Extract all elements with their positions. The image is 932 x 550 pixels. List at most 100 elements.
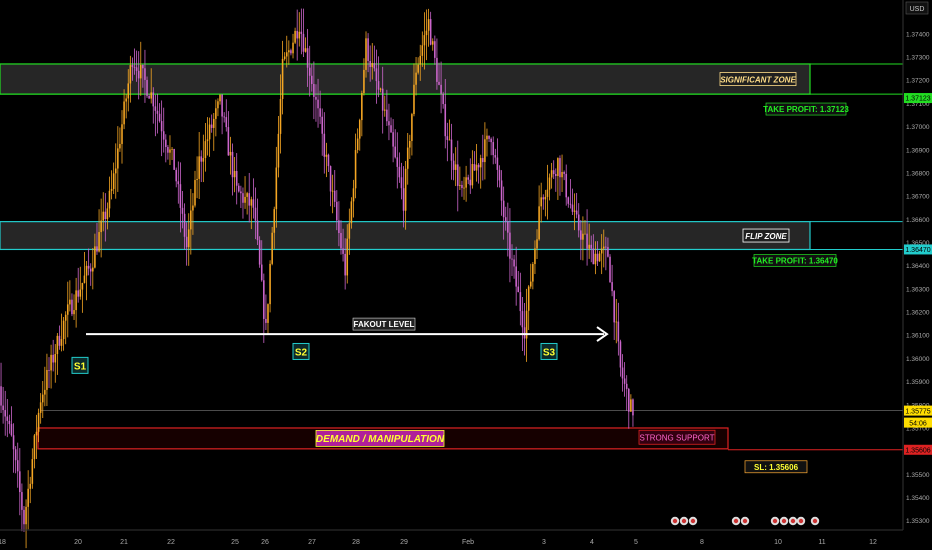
price-tick-label: 1.37200	[906, 78, 930, 85]
news-flag-icon-center	[772, 518, 778, 524]
candle-body	[104, 211, 107, 219]
candle-body	[58, 335, 61, 346]
candle-body	[619, 341, 622, 368]
price-tag: 1.36470	[905, 247, 930, 254]
candle-body	[290, 50, 292, 54]
candle-body	[131, 65, 134, 67]
candle-body	[350, 201, 353, 224]
candle-body	[444, 104, 447, 137]
candle-body	[448, 139, 451, 141]
candle-body	[31, 459, 34, 484]
candle-body	[173, 148, 175, 170]
candle-body	[256, 220, 259, 241]
time-tick-label: 21	[120, 539, 128, 546]
candle-body	[527, 286, 530, 311]
candle-body	[238, 185, 240, 192]
candle-body	[41, 394, 44, 403]
candle-body	[62, 320, 65, 340]
time-tick-label: 27	[308, 539, 316, 546]
candle-body	[436, 57, 438, 82]
candle-body	[559, 158, 561, 178]
candle-body	[394, 146, 396, 158]
candle-body	[158, 113, 161, 122]
candle-body	[23, 509, 25, 525]
candle-body	[415, 72, 417, 85]
time-tick-label: 4	[590, 539, 594, 546]
candle-body	[546, 189, 549, 197]
candle-body	[627, 388, 630, 412]
level-label: TAKE PROFIT: 1.36470	[752, 256, 838, 265]
candle-body	[369, 60, 371, 67]
candle-body	[121, 124, 123, 144]
candle-body	[590, 244, 593, 249]
price-tick-label: 1.36700	[906, 194, 930, 201]
candle-body	[210, 124, 213, 128]
candle-body	[358, 120, 361, 139]
candle-body	[102, 211, 105, 221]
candle-body	[623, 378, 626, 384]
candle-body	[617, 321, 620, 342]
candle-body	[323, 133, 326, 157]
candle-body	[592, 248, 595, 265]
candle-body	[219, 94, 221, 102]
candle-body	[27, 488, 29, 507]
candle-body	[79, 289, 82, 297]
candle-body	[306, 48, 309, 68]
candle-body	[459, 184, 461, 186]
candle-body	[273, 209, 276, 233]
candle-body	[77, 290, 79, 297]
candle-body	[148, 95, 150, 99]
candle-body	[550, 170, 553, 178]
candle-body	[561, 172, 563, 178]
candle-body	[509, 232, 511, 259]
candle-body	[542, 197, 545, 200]
candle-body	[504, 217, 507, 222]
time-tick-label: 3	[542, 539, 546, 546]
candle-body	[446, 136, 449, 140]
candle-body	[398, 166, 401, 178]
price-tick-label: 1.36000	[906, 356, 930, 363]
candle-body	[609, 256, 611, 283]
candle-body	[423, 35, 426, 46]
candle-body	[310, 75, 313, 84]
candle-body	[388, 121, 390, 126]
candle-body	[2, 405, 4, 411]
news-flag-icon-center	[742, 518, 748, 524]
price-tick-label: 1.35900	[906, 379, 930, 386]
candle-body	[344, 253, 346, 276]
candle-body	[544, 196, 547, 200]
candle-body	[498, 169, 501, 181]
candle-body	[185, 236, 188, 248]
candle-body	[260, 264, 263, 281]
price-tick-label: 1.36800	[906, 170, 930, 177]
candle-body	[529, 281, 532, 287]
candle-body	[575, 210, 578, 215]
candle-body	[106, 208, 109, 219]
candle-body	[565, 173, 568, 198]
candle-body	[183, 213, 186, 237]
candle-body	[114, 168, 117, 174]
time-tick-label: 28	[352, 539, 360, 546]
candle-body	[373, 63, 376, 69]
candle-body	[296, 30, 298, 39]
candle-body	[21, 492, 23, 510]
price-tick-label: 1.36400	[906, 263, 930, 270]
candle-body	[19, 471, 21, 493]
candle-body	[200, 156, 203, 162]
news-flag-icon-center	[733, 518, 739, 524]
zone-flip-zone	[0, 221, 811, 251]
time-tick-label: 8	[700, 539, 704, 546]
candle-body	[275, 167, 278, 210]
candle-body	[123, 101, 125, 125]
candle-body	[196, 178, 198, 181]
candle-body	[365, 38, 367, 70]
candle-body	[406, 147, 409, 169]
price-tick-label: 1.36200	[906, 310, 930, 317]
candle-body	[6, 416, 9, 421]
candle-body	[377, 81, 380, 90]
candle-body	[221, 94, 223, 117]
candle-body	[263, 280, 265, 319]
candle-body	[513, 259, 515, 267]
candle-body	[229, 151, 232, 156]
candle-body	[396, 157, 399, 167]
